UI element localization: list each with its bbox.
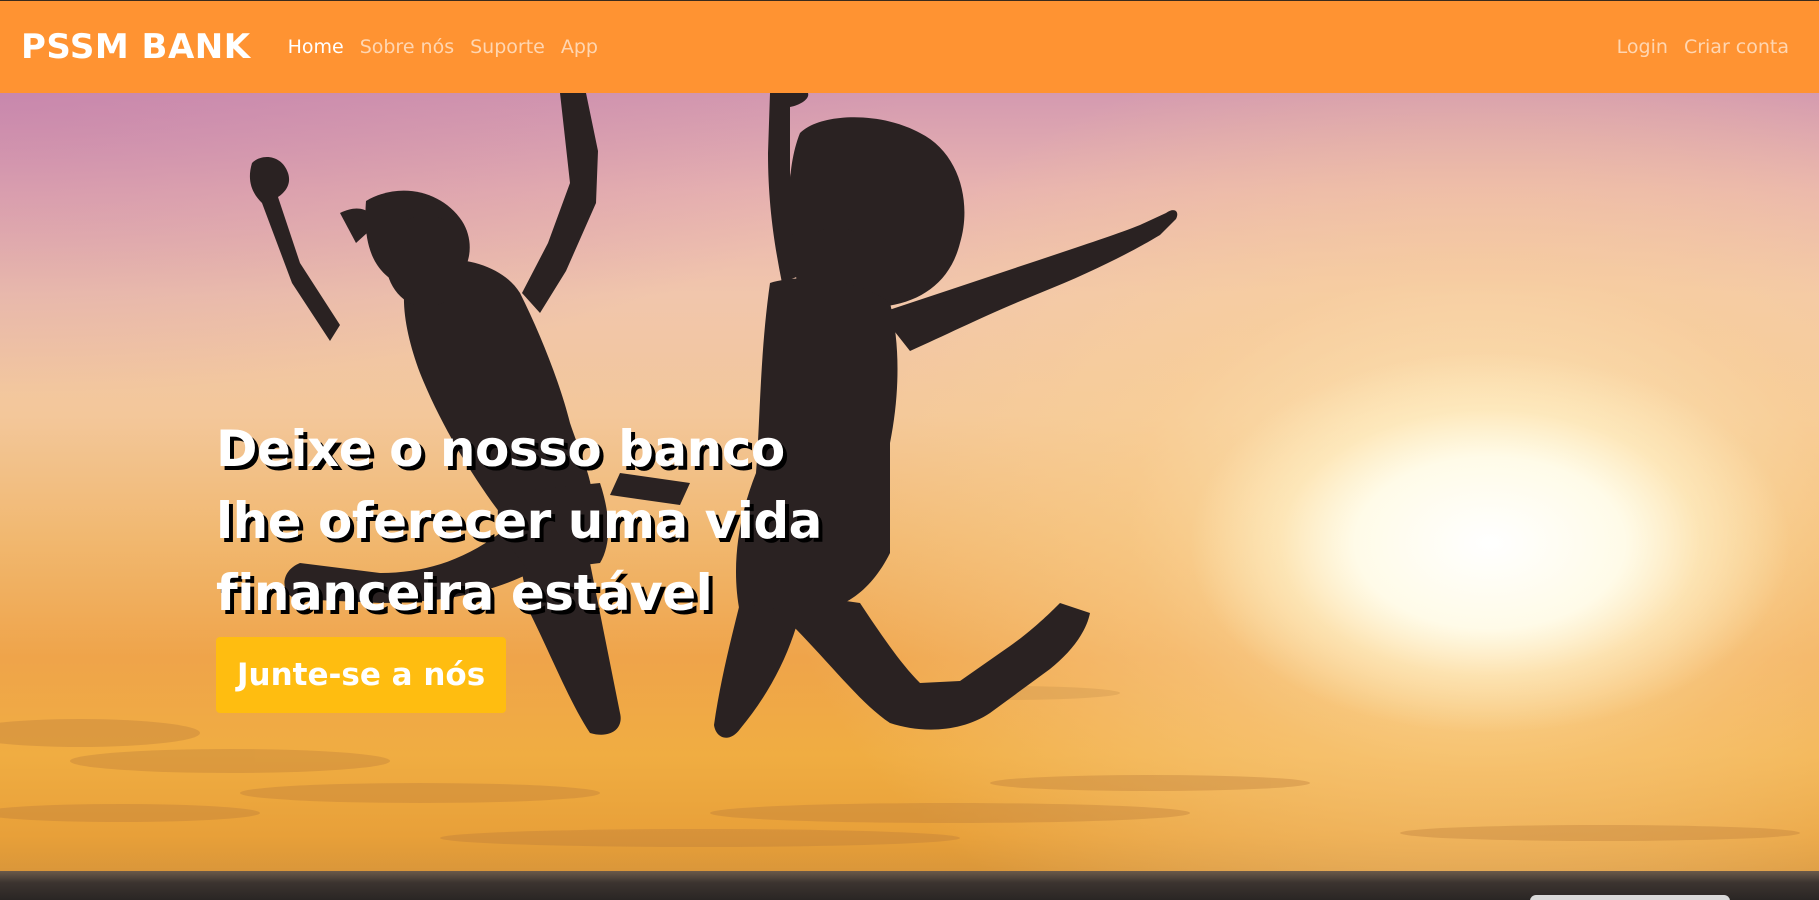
- nav-link-suporte[interactable]: Suporte: [462, 36, 553, 58]
- hero-banner: Deixe o nosso banco lhe oferecer uma vid…: [0, 93, 1819, 900]
- page: PSSM BANK Home Sobre nós Suporte App Log…: [0, 0, 1819, 900]
- top-navbar: PSSM BANK Home Sobre nós Suporte App Log…: [0, 0, 1819, 93]
- nav-left-links: Home Sobre nós Suporte App: [280, 36, 606, 58]
- bottom-corner-tab: [1530, 895, 1730, 900]
- hero-content: Deixe o nosso banco lhe oferecer uma vid…: [216, 413, 936, 713]
- brand-logo-link[interactable]: PSSM BANK: [21, 27, 251, 67]
- nav-link-home[interactable]: Home: [280, 36, 352, 58]
- hero-title-line: lhe oferecer uma vida: [216, 492, 822, 550]
- hero-title: Deixe o nosso banco lhe oferecer uma vid…: [216, 413, 936, 629]
- nav-link-app[interactable]: App: [553, 36, 606, 58]
- nav-link-login[interactable]: Login: [1609, 36, 1676, 58]
- join-us-button[interactable]: Junte-se a nós: [216, 637, 507, 713]
- hero-title-line: Deixe o nosso banco: [216, 420, 785, 478]
- nav-link-criar-conta[interactable]: Criar conta: [1676, 36, 1797, 58]
- nav-link-sobre-nos[interactable]: Sobre nós: [352, 36, 462, 58]
- hero-title-line: financeira estável: [216, 564, 713, 622]
- nav-right-links: Login Criar conta: [1609, 36, 1797, 58]
